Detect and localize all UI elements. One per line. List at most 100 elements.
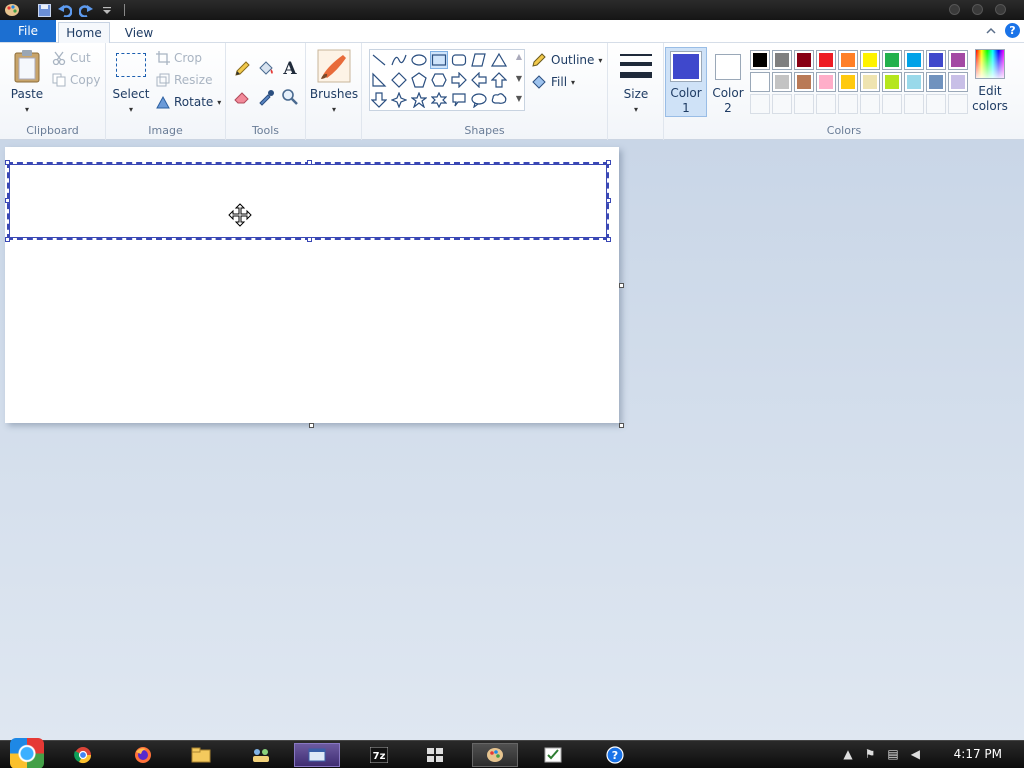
palette-swatch[interactable] — [794, 72, 814, 92]
taskbar-firefox-icon[interactable] — [120, 743, 166, 767]
fill-dropdown-icon[interactable]: ▾ — [571, 78, 575, 87]
selection-handle-bottom[interactable] — [307, 237, 312, 242]
magnifier-icon[interactable] — [280, 87, 300, 107]
palette-swatch[interactable] — [882, 50, 902, 70]
palette-swatch[interactable] — [860, 50, 880, 70]
palette-swatch[interactable] — [904, 94, 924, 114]
right-arrow-shape-icon[interactable] — [450, 71, 468, 89]
tab-view[interactable]: View — [116, 22, 162, 43]
palette-swatch[interactable] — [750, 94, 770, 114]
oval-shape-icon[interactable] — [410, 51, 428, 69]
tray-network-icon[interactable]: ▤ — [887, 747, 898, 761]
drawing-canvas[interactable] — [5, 147, 619, 423]
shapes-scroll-down-icon[interactable]: ▼ — [516, 74, 522, 83]
up-arrow-shape-icon[interactable] — [490, 71, 508, 89]
taskbar-network-icon[interactable] — [238, 743, 284, 767]
canvas-resize-handle-bottom[interactable] — [309, 423, 314, 428]
tray-expand-icon[interactable]: ▲ — [843, 747, 852, 761]
pentagon-shape-icon[interactable] — [410, 71, 428, 89]
selection-handle-top-left[interactable] — [5, 160, 10, 165]
curve-shape-icon[interactable] — [390, 51, 408, 69]
palette-swatch[interactable] — [882, 94, 902, 114]
diamond-shape-icon[interactable] — [390, 71, 408, 89]
rotate-button[interactable]: Rotate ▾ — [156, 95, 221, 109]
maximize-button[interactable] — [972, 4, 983, 15]
rounded-callout-shape-icon[interactable] — [450, 91, 468, 109]
shapes-expand-icon[interactable]: ▼ — [516, 94, 522, 103]
size-button[interactable]: Size ▾ — [614, 51, 658, 117]
color-picker-icon[interactable] — [256, 87, 276, 107]
close-button[interactable] — [995, 4, 1006, 15]
redo-icon[interactable] — [77, 1, 95, 19]
palette-swatch[interactable] — [882, 72, 902, 92]
down-arrow-shape-icon[interactable] — [370, 91, 388, 109]
outline-button[interactable]: Outline ▾ — [531, 52, 602, 68]
palette-swatch[interactable] — [816, 94, 836, 114]
palette-swatch[interactable] — [772, 50, 792, 70]
palette-swatch[interactable] — [904, 50, 924, 70]
rectangle-shape-icon[interactable] — [430, 51, 448, 69]
selection-handle-top[interactable] — [307, 160, 312, 165]
selection-rectangle[interactable] — [5, 160, 611, 242]
taskbar-explorer-icon[interactable] — [178, 743, 224, 767]
oval-callout-shape-icon[interactable] — [470, 91, 488, 109]
fill-button[interactable]: Fill ▾ — [531, 74, 575, 90]
text-tool-icon[interactable]: A — [280, 59, 300, 79]
taskbar-paint-icon[interactable] — [472, 743, 518, 767]
six-point-star-shape-icon[interactable] — [430, 91, 448, 109]
copy-button[interactable]: Copy — [52, 73, 100, 87]
line-shape-icon[interactable] — [370, 51, 388, 69]
crop-button[interactable]: Crop — [156, 51, 202, 65]
palette-swatch[interactable] — [860, 94, 880, 114]
palette-swatch[interactable] — [838, 72, 858, 92]
paste-button[interactable]: Paste ▾ — [8, 49, 46, 117]
palette-swatch[interactable] — [750, 50, 770, 70]
palette-swatch[interactable] — [926, 72, 946, 92]
tab-file[interactable]: File — [0, 20, 56, 42]
five-point-star-shape-icon[interactable] — [410, 91, 428, 109]
brushes-dropdown-icon[interactable]: ▾ — [332, 102, 336, 117]
brushes-button[interactable]: Brushes ▾ — [310, 49, 358, 117]
palette-swatch[interactable] — [772, 72, 792, 92]
taskbar-7zip-icon[interactable]: 7z — [356, 743, 402, 767]
tab-home[interactable]: Home — [58, 22, 110, 43]
palette-swatch[interactable] — [838, 50, 858, 70]
paint-palette-icon[interactable] — [3, 1, 21, 19]
tray-flag-icon[interactable]: ⚑ — [865, 747, 876, 761]
taskbar-chrome-icon[interactable] — [60, 743, 106, 767]
eraser-icon[interactable] — [232, 87, 252, 107]
rounded-rectangle-shape-icon[interactable] — [450, 51, 468, 69]
hexagon-shape-icon[interactable] — [430, 71, 448, 89]
edit-colors-button[interactable]: Edit colors — [970, 49, 1010, 114]
palette-swatch[interactable] — [794, 50, 814, 70]
taskbar-paint-window-icon[interactable] — [294, 743, 340, 767]
color2-button[interactable]: Color 2 — [709, 51, 747, 117]
palette-swatch[interactable] — [772, 94, 792, 114]
cut-button[interactable]: Cut — [52, 51, 91, 65]
right-triangle-shape-icon[interactable] — [370, 71, 388, 89]
palette-swatch[interactable] — [948, 50, 968, 70]
rotate-dropdown-icon[interactable]: ▾ — [217, 98, 221, 107]
canvas-resize-handle-right[interactable] — [619, 283, 624, 288]
quick-access-customize-icon[interactable] — [98, 1, 116, 19]
palette-swatch[interactable] — [750, 72, 770, 92]
resize-button[interactable]: Resize — [156, 73, 212, 87]
shapes-scroll-up-icon[interactable]: ▲ — [516, 52, 522, 61]
palette-swatch[interactable] — [816, 72, 836, 92]
palette-swatch[interactable] — [948, 94, 968, 114]
pencil-icon[interactable] — [232, 59, 252, 79]
palette-swatch[interactable] — [816, 50, 836, 70]
canvas-resize-handle-corner[interactable] — [619, 423, 624, 428]
palette-swatch[interactable] — [838, 94, 858, 114]
palette-swatch[interactable] — [948, 72, 968, 92]
polygon-shape-icon[interactable] — [470, 51, 488, 69]
help-button[interactable]: ? — [1005, 23, 1020, 38]
save-icon[interactable] — [35, 1, 53, 19]
palette-swatch[interactable] — [860, 72, 880, 92]
selection-handle-right[interactable] — [606, 198, 611, 203]
select-button[interactable]: Select ▾ — [112, 53, 150, 117]
size-dropdown-icon[interactable]: ▾ — [634, 102, 638, 117]
selection-handle-top-right[interactable] — [606, 160, 611, 165]
taskbar-clock[interactable]: 4:17 PM — [954, 747, 1002, 761]
tray-volume-icon[interactable]: ◀ — [911, 747, 920, 761]
